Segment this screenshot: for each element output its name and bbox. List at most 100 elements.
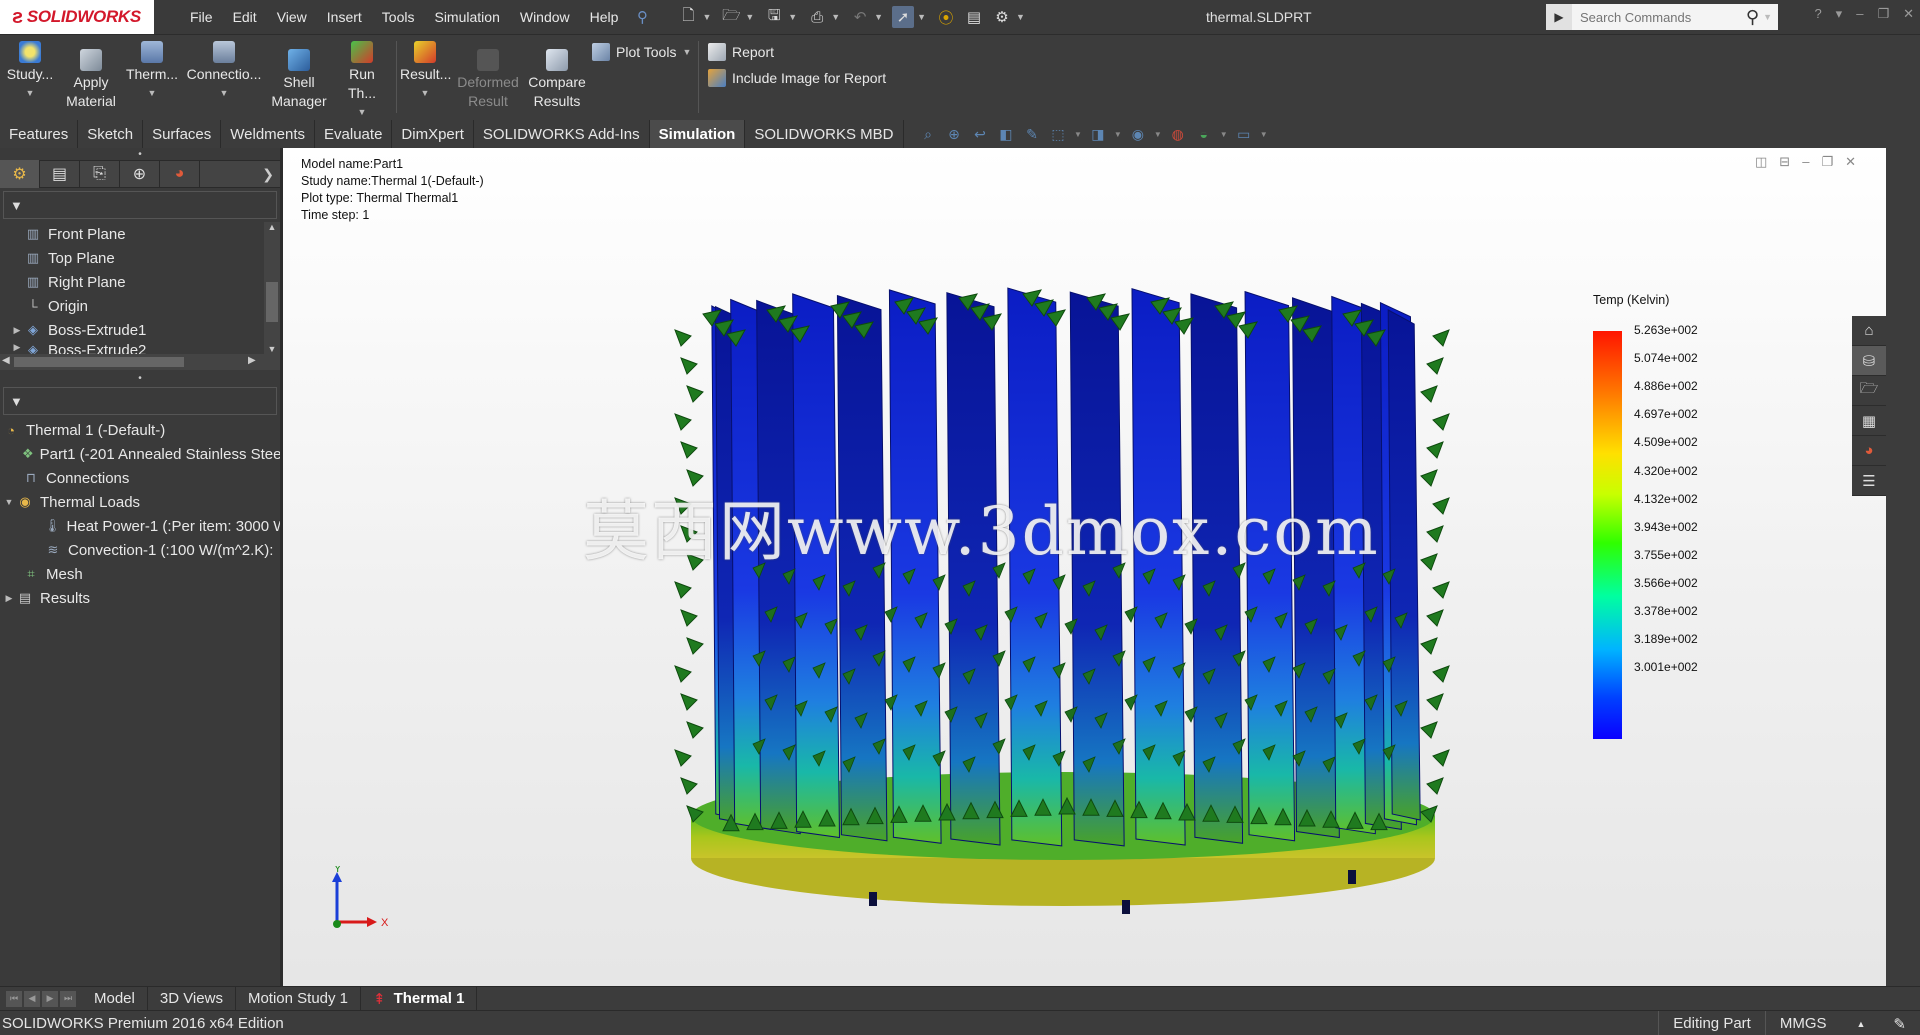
menu-help[interactable]: Help (580, 9, 629, 25)
section-view-icon[interactable]: ◧ (996, 125, 1016, 143)
configuration-manager-tab-icon[interactable]: ⎘ (80, 160, 120, 188)
tree-item-origin[interactable]: └ Origin (0, 294, 280, 318)
new-caret-icon[interactable]: ▼ (702, 12, 711, 22)
menu-view[interactable]: View (267, 9, 317, 25)
restore-icon[interactable]: ❐ (1877, 6, 1889, 22)
tree-item-part[interactable]: ❖ Part1 (-201 Annealed Stainless Stee (0, 442, 280, 466)
display-manager-tab-icon[interactable]: ◕ (160, 160, 200, 188)
feature-tree-horizontal-scrollbar[interactable]: ◀ ▶ (0, 354, 280, 370)
save-caret-icon[interactable]: ▼ (788, 12, 797, 22)
previous-view-icon[interactable]: ↩ (970, 125, 990, 143)
tab-motion-study[interactable]: Motion Study 1 (236, 987, 362, 1010)
file-explorer-icon[interactable]: 🗁 (1852, 376, 1886, 406)
tree-item-heat-power[interactable]: 🌡 Heat Power-1 (:Per item: 3000 W (0, 514, 280, 538)
options-gear-icon[interactable]: ⚙ (991, 6, 1013, 28)
view-orientation-icon[interactable]: ⬚ (1048, 125, 1068, 143)
close-icon[interactable]: ✕ (1903, 6, 1914, 22)
zoom-to-area-icon[interactable]: ⊕ (944, 125, 964, 143)
graphics-area[interactable]: Model name:Part1 Study name:Thermal 1(-D… (283, 148, 1886, 986)
tree-item-thermal-loads[interactable]: ▼ ◉ Thermal Loads (0, 490, 280, 514)
thermal-caret-icon[interactable]: ▼ (124, 84, 180, 103)
hide-show-icon[interactable]: ◉ (1128, 125, 1148, 143)
custom-properties-icon[interactable]: ☰ (1852, 466, 1886, 496)
undo-caret-icon[interactable]: ▼ (874, 12, 883, 22)
results-advisor-button[interactable]: Result... ▼ (400, 41, 451, 103)
tree-item-boss-extrude2[interactable]: ▶ ◈ Boss-Extrude2 (0, 342, 280, 354)
tree-item-convection[interactable]: ≋ Convection-1 (:100 W/(m^2.K): (0, 538, 280, 562)
rebuild-status-icon[interactable]: ✎ (1879, 1011, 1920, 1035)
select-caret-icon[interactable]: ▼ (917, 12, 926, 22)
undo-icon[interactable]: ↶ (849, 6, 871, 28)
open-folder-icon[interactable]: 🗁 (720, 6, 742, 28)
scroll-up-icon[interactable]: ▲ (264, 222, 280, 232)
tree-item-top-plane[interactable]: ▥ Top Plane (0, 246, 280, 270)
dynamic-annotation-icon[interactable]: ✎ (1022, 125, 1042, 143)
tab-evaluate[interactable]: Evaluate (315, 120, 393, 148)
options-caret-icon[interactable]: ▼ (1016, 12, 1025, 22)
traffic-light-icon[interactable]: ⦿ (935, 6, 957, 28)
zoom-to-fit-icon[interactable]: ⌕ (918, 125, 938, 143)
temperature-legend[interactable]: Temp (Kelvin) 5.263e+002 5.074e+002 4.886e… (1593, 293, 1743, 739)
expand-icon[interactable]: ▶ (10, 342, 24, 353)
menu-edit[interactable]: Edit (223, 9, 267, 25)
report-button[interactable]: Report (708, 43, 774, 61)
include-image-button[interactable]: Include Image for Report (708, 69, 886, 87)
shell-manager-button[interactable]: Shell Manager (268, 49, 330, 111)
file-properties-icon[interactable]: ▤ (963, 6, 985, 28)
menu-file[interactable]: File (180, 9, 223, 25)
menu-tools[interactable]: Tools (372, 9, 425, 25)
tab-addins[interactable]: SOLIDWORKS Add-Ins (474, 120, 650, 148)
print-icon[interactable]: ⎙ (806, 6, 828, 28)
view-palette-icon[interactable]: ▦ (1852, 406, 1886, 436)
tree-item-boss-extrude1[interactable]: ▶ ◈ Boss-Extrude1 (0, 318, 280, 342)
menu-insert[interactable]: Insert (317, 9, 372, 25)
apply-material-button[interactable]: Apply Material (62, 49, 120, 111)
display-style-caret-icon[interactable]: ▼ (1114, 130, 1122, 139)
tab-simulation[interactable]: Simulation (649, 120, 746, 148)
tree-item-front-plane[interactable]: ▥ Front Plane (0, 222, 280, 246)
run-button[interactable]: Run Th... ▼ (334, 41, 390, 122)
appearances-icon[interactable]: ◕ (1852, 436, 1886, 466)
panel-splitter[interactable]: • (0, 148, 280, 160)
save-icon[interactable]: 🖫 (763, 6, 785, 28)
prev-tab-icon[interactable]: ◀ (24, 990, 40, 1007)
compare-results-button[interactable]: Compare Results (526, 49, 588, 111)
connections-caret-icon[interactable]: ▼ (186, 84, 262, 103)
tree-splitter[interactable]: • (0, 372, 280, 384)
tree-item-mesh[interactable]: ⌗ Mesh (0, 562, 280, 586)
print-caret-icon[interactable]: ▼ (831, 12, 840, 22)
tab-dimxpert[interactable]: DimXpert (392, 120, 474, 148)
menu-window[interactable]: Window (510, 9, 580, 25)
thermal-loads-button[interactable]: Therm... ▼ (124, 41, 180, 103)
solidworks-resources-icon[interactable]: ⌂ (1852, 316, 1886, 346)
connections-button[interactable]: Connectio... ▼ (186, 41, 262, 103)
tab-thermal-1[interactable]: ⇞ Thermal 1 (361, 987, 478, 1010)
first-tab-icon[interactable]: ⏮ (6, 990, 22, 1007)
feature-tree-filter[interactable]: ▼ (3, 191, 277, 219)
tree-item-connections[interactable]: ⊓ Connections (0, 466, 280, 490)
last-tab-icon[interactable]: ⏭ (60, 990, 76, 1007)
display-style-icon[interactable]: ◨ (1088, 125, 1108, 143)
results-caret-icon[interactable]: ▼ (400, 84, 450, 103)
solidworks-logo[interactable]: ƨ SOLIDWORKS (0, 0, 154, 34)
scroll-left-icon[interactable]: ◀ (2, 355, 10, 366)
simulation-tree-filter[interactable]: ▼ (3, 387, 277, 415)
tab-features[interactable]: Features (0, 120, 79, 148)
scroll-down-icon[interactable]: ▼ (264, 344, 280, 354)
command-prompt-icon[interactable]: ▶ (1546, 4, 1572, 30)
scroll-thumb[interactable] (266, 282, 278, 322)
search-icon[interactable]: ⚲ (1746, 7, 1759, 28)
more-tabs-icon[interactable]: ❯ (262, 166, 274, 183)
scene-caret-icon[interactable]: ▼ (1220, 130, 1228, 139)
plot-tools-caret-icon[interactable]: ▼ (682, 47, 691, 57)
new-document-icon[interactable]: 🗋 (677, 6, 699, 28)
design-library-icon[interactable]: ⛁ (1852, 346, 1886, 376)
study-button[interactable]: Study... ▼ (6, 41, 54, 103)
expand-icon[interactable]: ▶ (10, 325, 24, 336)
tab-mbd[interactable]: SOLIDWORKS MBD (745, 120, 904, 148)
study-caret-icon[interactable]: ▼ (6, 84, 54, 103)
search-caret-icon[interactable]: ▼ (1763, 12, 1772, 22)
next-tab-icon[interactable]: ▶ (42, 990, 58, 1007)
minimize-icon[interactable]: – (1856, 6, 1863, 22)
tab-weldments[interactable]: Weldments (221, 120, 316, 148)
